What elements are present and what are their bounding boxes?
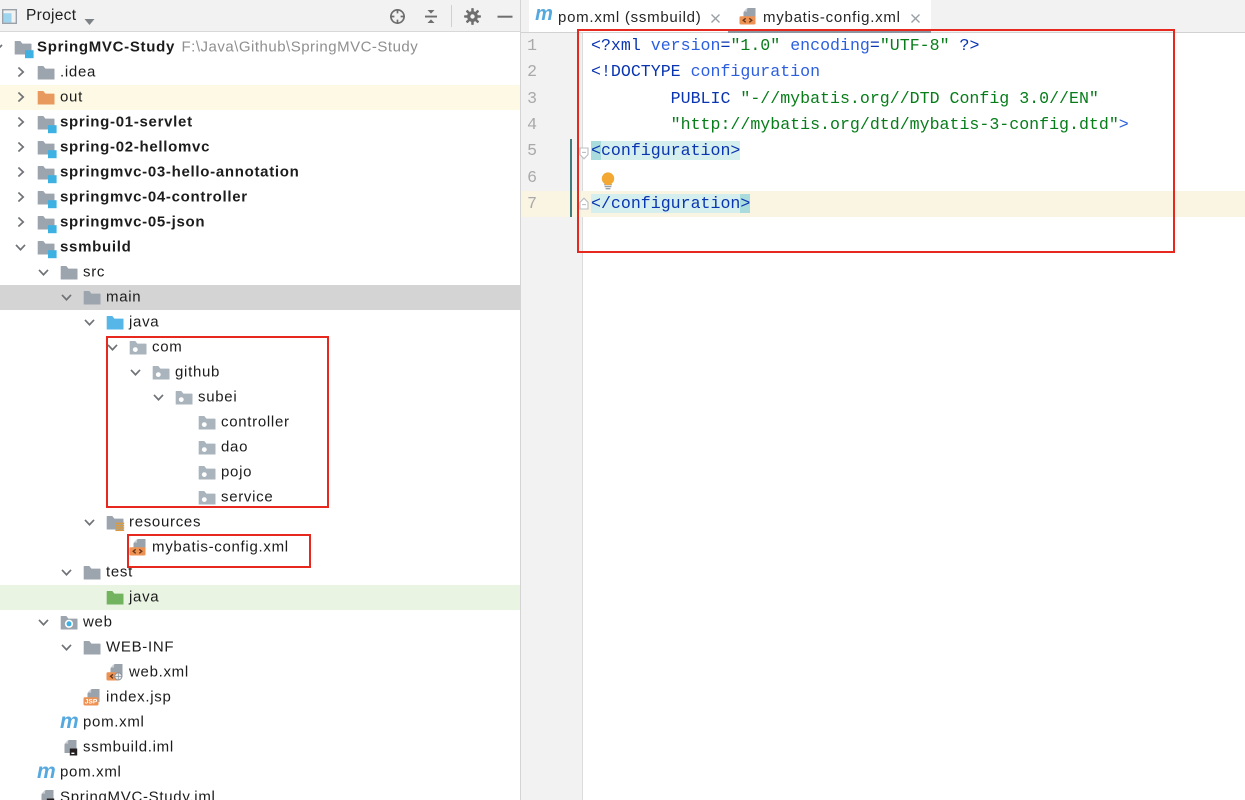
svg-text:JSP: JSP [85,699,98,706]
